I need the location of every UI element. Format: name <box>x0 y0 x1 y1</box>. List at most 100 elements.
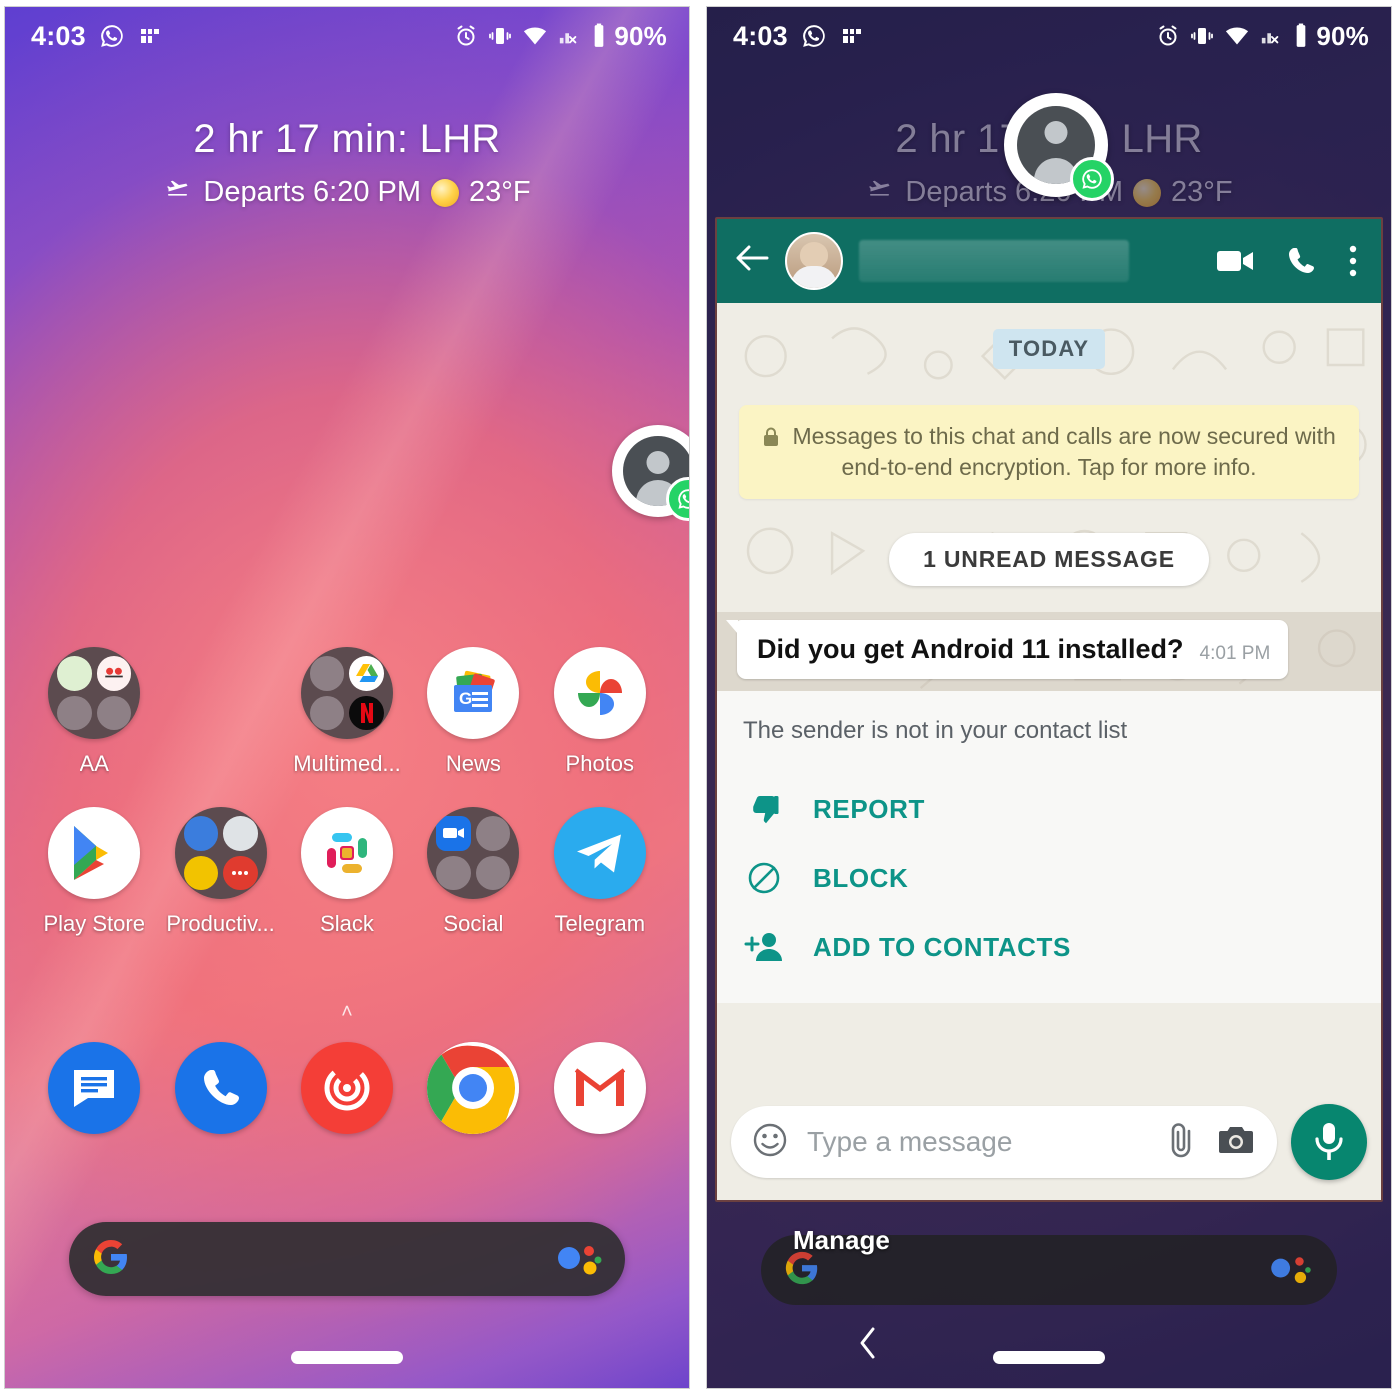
unknown-sender-panel: The sender is not in your contact list R… <box>717 691 1381 1004</box>
glance-title: 2 hr 17 min: LHR <box>193 117 501 161</box>
google-assistant-icon[interactable] <box>1269 1253 1315 1287</box>
google-search-bar[interactable] <box>69 1222 625 1296</box>
app-news[interactable]: G News <box>410 647 536 777</box>
chrome-icon <box>427 1042 520 1134</box>
whatsapp-bubble-window: TODAY Messages to this chat and calls ar… <box>715 217 1383 1202</box>
app-folder-productivity[interactable]: Productiv... <box>157 807 283 937</box>
dock-item-phone[interactable] <box>157 1042 283 1134</box>
cellular-no-sim-icon <box>1260 24 1282 48</box>
folder-social-icon <box>427 807 520 899</box>
app-row: AA Multimed... G News Photos <box>31 647 663 777</box>
folder-mini-icon <box>96 695 132 730</box>
app-photos[interactable]: Photos <box>537 647 663 777</box>
app-telegram[interactable]: Telegram <box>537 807 663 937</box>
empty-slot <box>175 647 267 739</box>
paperclip-icon[interactable] <box>1165 1121 1199 1164</box>
app-label: Telegram <box>554 911 646 936</box>
app-label: Photos <box>565 751 635 776</box>
google-assistant-icon[interactable] <box>557 1242 603 1276</box>
folder-mini-icon <box>96 656 132 691</box>
at-a-glance-widget[interactable]: 2 hr 17 min: LHR Departs 6:20 PM 23°F <box>5 65 689 209</box>
back-arrow-icon[interactable] <box>735 244 769 278</box>
app-folder-aa[interactable]: AA <box>31 647 157 777</box>
gesture-home-pill[interactable] <box>291 1351 403 1364</box>
more-vert-icon[interactable] <box>1347 244 1359 278</box>
encryption-notice[interactable]: Messages to this chat and calls are now … <box>739 405 1359 500</box>
google-g-icon <box>91 1237 131 1282</box>
folder-mini-icon <box>57 656 92 691</box>
partly-sunny-icon <box>431 178 460 207</box>
chat-head-bubble[interactable] <box>1004 93 1114 201</box>
app-slack[interactable]: Slack <box>284 807 410 937</box>
lock-icon <box>762 423 786 449</box>
right-phone-screen: 4:03 90% 2 hr 17 LHR Departs 6:20 PM 23°… <box>706 6 1392 1389</box>
folder-mini-drive-icon <box>349 656 384 691</box>
message-input-pill[interactable]: Type a message <box>731 1106 1277 1178</box>
app-folder-social[interactable]: Social <box>410 807 536 937</box>
dock-item-messages[interactable] <box>31 1042 157 1134</box>
folder-mini-icon <box>475 816 511 851</box>
departs-text: Departs 6:20 PM <box>203 176 422 208</box>
manage-bubble-label[interactable]: Manage <box>793 1225 890 1256</box>
camera-icon[interactable] <box>1217 1124 1255 1161</box>
add-to-contacts-button[interactable]: ADD TO CONTACTS <box>717 913 1381 981</box>
message-text: Did you get Android 11 installed? <box>757 634 1184 665</box>
comparison-screenshot: 4:03 90% 2 hr 17 min: LHR Departs 6:20 P… <box>0 0 1400 1393</box>
folder-mini-icon <box>223 816 258 851</box>
app-label: AA <box>79 751 109 776</box>
gesture-nav-bar[interactable] <box>5 1351 689 1364</box>
incoming-message-bubble[interactable]: Did you get Android 11 installed? 4:01 P… <box>725 620 1289 680</box>
app-label: Play Store <box>43 911 145 936</box>
thumb-down-icon <box>743 792 785 826</box>
glance-subtitle: Departs 6:20 PM 23°F <box>5 176 689 209</box>
person-add-icon <box>743 930 785 964</box>
folder-mini-icon <box>475 855 511 890</box>
google-photos-icon <box>553 647 646 739</box>
chat-message-list[interactable]: TODAY Messages to this chat and calls ar… <box>717 303 1381 1004</box>
battery-percent: 90% <box>1293 21 1369 52</box>
app-empty-slot <box>157 647 283 777</box>
app-grid: AA Multimed... G News Photos Play Store … <box>5 647 689 967</box>
contact-name-redacted[interactable] <box>859 240 1129 282</box>
phone-call-icon[interactable] <box>1285 245 1317 277</box>
folder-multimedia-icon <box>300 647 393 739</box>
block-label: BLOCK <box>813 862 909 893</box>
voice-record-button[interactable] <box>1291 1104 1367 1180</box>
vibrate-icon <box>1190 24 1214 48</box>
folder-mini-meet-icon <box>436 816 471 851</box>
vibrate-icon <box>488 24 512 48</box>
whatsapp-chat-body: TODAY Messages to this chat and calls ar… <box>717 303 1381 1086</box>
folder-mini-icon <box>436 855 471 890</box>
report-button[interactable]: REPORT <box>717 775 1381 843</box>
battery-percent: 90% <box>591 21 667 52</box>
report-label: REPORT <box>813 793 925 824</box>
app-folder-multimedia[interactable]: Multimed... <box>284 647 410 777</box>
gesture-nav-bar[interactable] <box>707 1351 1391 1364</box>
dock-item-chrome[interactable] <box>410 1042 536 1134</box>
video-call-icon[interactable] <box>1215 247 1255 275</box>
folder-mini-icon <box>309 695 345 730</box>
app-play-store[interactable]: Play Store <box>31 807 157 937</box>
emoji-smiley-icon[interactable] <box>751 1121 789 1164</box>
dock-item-pocket-casts[interactable] <box>284 1042 410 1134</box>
contact-avatar[interactable] <box>785 232 843 290</box>
google-play-icon <box>48 807 141 899</box>
app-label: Slack <box>320 911 374 936</box>
date-chip: TODAY <box>992 329 1106 369</box>
message-input-placeholder[interactable]: Type a message <box>807 1126 1147 1158</box>
fi-network-icon <box>138 24 162 48</box>
chat-head-bubble[interactable] <box>612 425 689 521</box>
wifi-icon <box>522 24 548 48</box>
whatsapp-input-bar: Type a message <box>717 1086 1381 1200</box>
unread-divider-chip: 1 UNREAD MESSAGE <box>889 533 1209 587</box>
fi-network-icon <box>840 24 864 48</box>
encryption-notice-text: Messages to this chat and calls are now … <box>792 423 1336 481</box>
gesture-home-pill[interactable] <box>993 1351 1105 1364</box>
dock <box>5 1042 689 1134</box>
airplane-icon <box>865 176 895 209</box>
block-button[interactable]: BLOCK <box>717 843 1381 913</box>
phone-dialer-icon <box>174 1042 267 1134</box>
app-drawer-caret-icon[interactable]: ˄ <box>5 1002 689 1022</box>
dock-item-gmail[interactable] <box>537 1042 663 1134</box>
status-bar: 4:03 90% <box>5 7 689 65</box>
